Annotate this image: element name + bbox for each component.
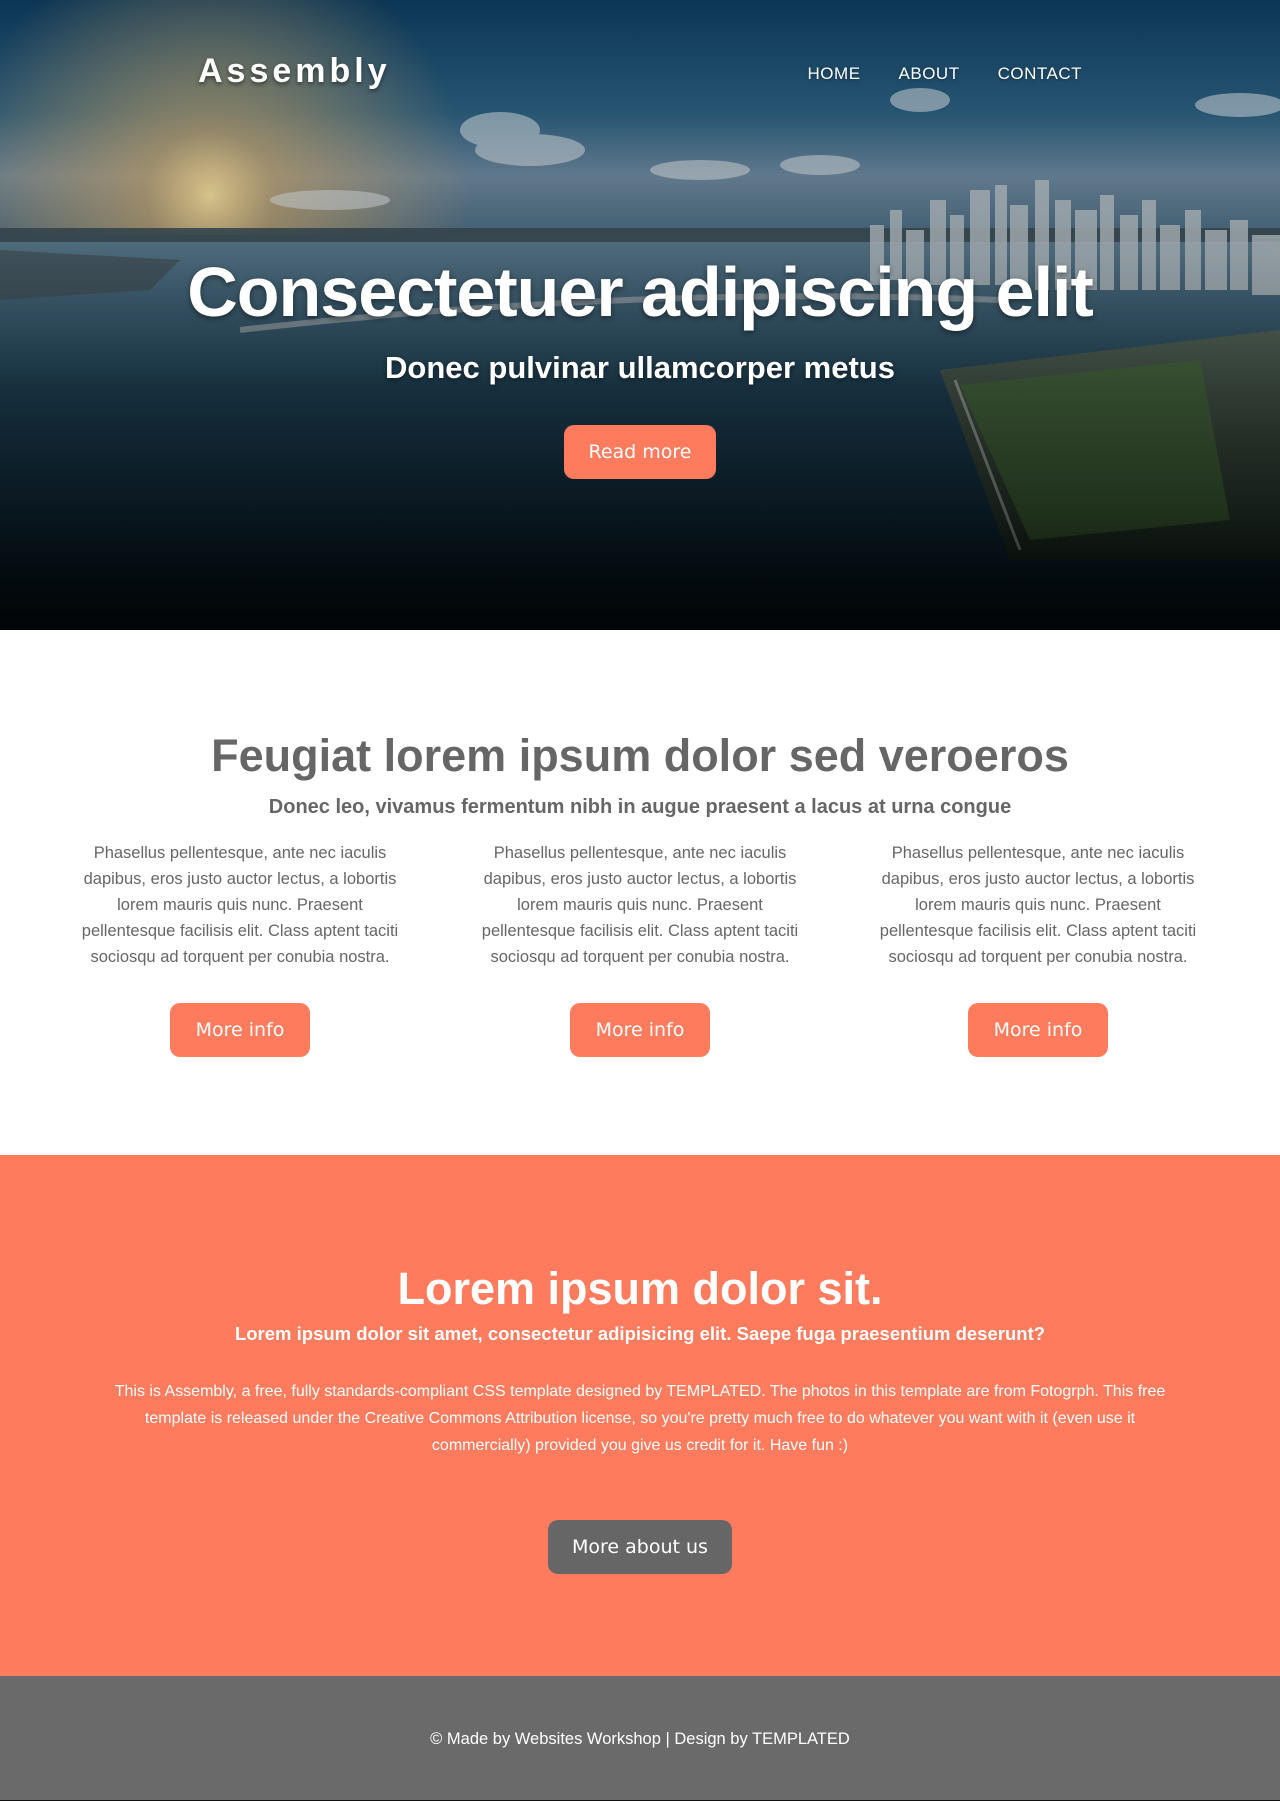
feature-text: Phasellus pellentesque, ante nec iaculis…: [81, 844, 399, 966]
features-subtitle: Donec leo, vivamus fermentum nibh in aug…: [268, 796, 1012, 818]
about-subtitle: Lorem ipsum dolor sit amet, consectetur …: [234, 1323, 1046, 1344]
features-section: Feugiat lorem ipsum dolor sed veroeros D…: [0, 630, 1280, 1155]
hero-subtitle: Donec pulvinar ullamcorper metus: [385, 350, 895, 385]
feature-column-1: Phasellus pellentesque, ante nec iaculis…: [70, 840, 410, 1057]
feature-column-2: Phasellus pellentesque, ante nec iaculis…: [470, 840, 810, 1057]
nav-contact[interactable]: CONTACT: [998, 64, 1082, 84]
main-nav: HOME ABOUT CONTACT: [808, 64, 1082, 84]
about-section: Lorem ipsum dolor sit. Lorem ipsum dolor…: [0, 1155, 1280, 1676]
hero-title: Consectetuer adipiscing elit: [187, 253, 1094, 331]
feature-text: Phasellus pellentesque, ante nec iaculis…: [879, 844, 1197, 966]
more-info-button-3[interactable]: More info: [968, 1003, 1108, 1057]
footer: © Made by Websites Workshop | Design by …: [0, 1676, 1280, 1801]
about-title: Lorem ipsum dolor sit.: [397, 1263, 883, 1314]
nav-home[interactable]: HOME: [808, 64, 861, 84]
site-logo[interactable]: Assembly: [198, 52, 391, 91]
more-info-button-2[interactable]: More info: [570, 1003, 710, 1057]
features-title: Feugiat lorem ipsum dolor sed veroeros: [211, 730, 1069, 781]
nav-about[interactable]: ABOUT: [899, 64, 960, 84]
feature-column-3: Phasellus pellentesque, ante nec iaculis…: [868, 840, 1208, 1057]
more-info-button-1[interactable]: More info: [170, 1003, 310, 1057]
more-about-us-button[interactable]: More about us: [548, 1520, 732, 1574]
feature-text: Phasellus pellentesque, ante nec iaculis…: [481, 844, 799, 966]
hero-section: Assembly HOME ABOUT CONTACT Consectetuer…: [0, 0, 1280, 630]
read-more-button[interactable]: Read more: [564, 425, 716, 479]
footer-credits: © Made by Websites Workshop | Design by …: [430, 1730, 850, 1748]
about-text: This is Assembly, a free, fully standard…: [114, 1383, 1166, 1454]
